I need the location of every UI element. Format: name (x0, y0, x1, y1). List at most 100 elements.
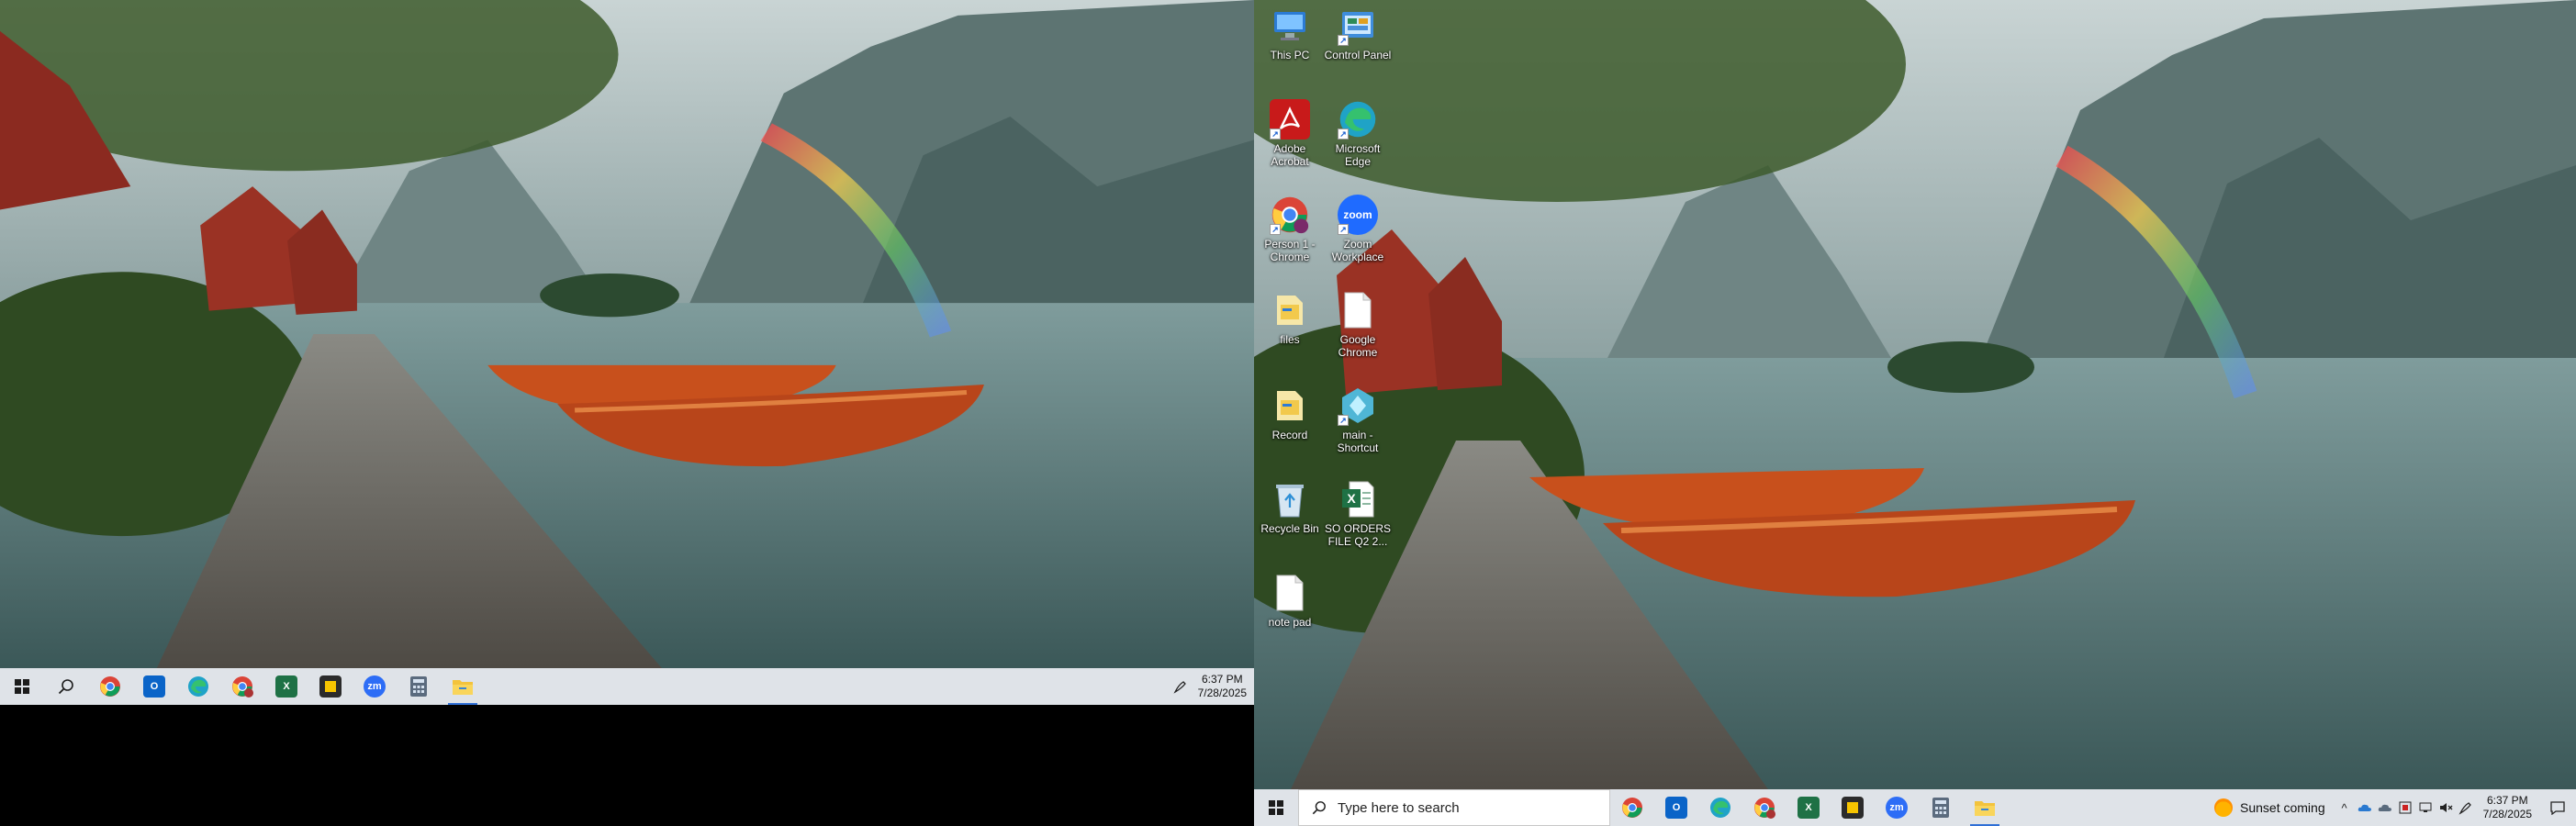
search-icon (58, 679, 73, 695)
svg-text:X: X (1347, 491, 1356, 506)
taskbar-chrome[interactable] (88, 668, 132, 705)
desktop-icon-note-pad[interactable]: note pad (1256, 573, 1324, 629)
edge-icon (1710, 798, 1730, 818)
document-icon (1270, 573, 1310, 613)
weather-text: Sunset coming (2240, 800, 2325, 815)
desktop-icon-record[interactable]: Record (1256, 385, 1324, 441)
taskbar-calculator[interactable] (397, 668, 441, 705)
taskbar-excel[interactable]: X (1786, 789, 1831, 826)
desktop-icon-adobe-acrobat[interactable]: ↗ Adobe Acrobat (1256, 99, 1324, 168)
show-hidden-icons-button[interactable]: ^ (2335, 789, 2355, 826)
start-button[interactable] (1254, 789, 1298, 826)
taskbar-clock[interactable]: 6:37 PM 7/28/2025 (1191, 673, 1254, 700)
network-button[interactable] (2415, 789, 2436, 826)
pen-workspace-button[interactable] (2456, 789, 2476, 826)
taskbar-zoom[interactable]: zm (1875, 789, 1919, 826)
desktop-icon-google-chrome-doc[interactable]: Google Chrome (1324, 290, 1392, 359)
cloud-icon (2378, 804, 2391, 811)
start-button[interactable] (0, 668, 44, 705)
desktop-icon-this-pc[interactable]: This PC (1256, 6, 1324, 61)
excel-icon: X (275, 675, 297, 698)
this-pc-icon (1270, 6, 1310, 46)
desktop-icon-label: This PC (1270, 49, 1310, 61)
windows-logo-icon (15, 679, 29, 694)
taskbar-sticky-notes[interactable] (308, 668, 353, 705)
app-tray-icon (2399, 801, 2412, 814)
desktop-icon-files[interactable]: files (1256, 290, 1324, 346)
clock-time: 6:37 PM (2486, 794, 2528, 807)
folder-icon (1270, 385, 1310, 426)
desktop-icon-so-orders-file[interactable]: X SO ORDERS FILE Q2 2... (1324, 479, 1392, 548)
calculator-icon (410, 676, 427, 697)
recycle-bin-icon (1270, 479, 1310, 519)
onedrive-secondary-button[interactable] (2375, 789, 2395, 826)
taskbar-file-explorer[interactable] (441, 668, 485, 705)
taskbar-outlook[interactable]: O (1654, 789, 1698, 826)
chevron-up-icon: ^ (2341, 800, 2347, 815)
pen-icon (1173, 681, 1186, 694)
taskbar-chrome-person1[interactable] (220, 668, 264, 705)
search-placeholder: Type here to search (1338, 799, 1460, 816)
onedrive-button[interactable] (2355, 789, 2375, 826)
system-tray: Sunset coming ^ 6:37 PM 7/28/2025 (2205, 789, 2576, 826)
desktop-icon-control-panel[interactable]: ↗ Control Panel (1324, 6, 1392, 61)
excel-file-icon: X (1338, 479, 1378, 519)
taskbar-zoom[interactable]: zm (353, 668, 397, 705)
zoom-icon: zoom ↗ (1338, 195, 1378, 235)
desktop-icon-label: note pad (1268, 616, 1312, 629)
dual-monitor-desktop: O X zm 6:37 PM 7/28/2025 This PC ↗ Contr… (0, 0, 2576, 826)
desktop-icon-label: SO ORDERS FILE Q2 2... (1324, 522, 1391, 548)
folder-icon (1975, 801, 1995, 816)
lake-boats-wallpaper (0, 0, 1254, 668)
taskbar-outlook[interactable]: O (132, 668, 176, 705)
desktop-icon-main-shortcut[interactable]: ↗ main - Shortcut (1324, 385, 1392, 454)
notification-center-button[interactable] (2539, 789, 2576, 826)
desktop-icon-recycle-bin[interactable]: Recycle Bin (1256, 479, 1324, 535)
desktop-icon-person1-chrome[interactable]: ↗ Person 1 - Chrome (1256, 195, 1324, 263)
shortcut-arrow-icon: ↗ (1338, 224, 1349, 235)
desktop-wallpaper (0, 0, 1254, 668)
desktop-icon-label: Recycle Bin (1260, 522, 1319, 535)
taskbar: Type here to search O X zm Sunset coming… (1254, 789, 2576, 826)
pen-workspace-button[interactable] (1170, 668, 1191, 705)
sunset-icon (2214, 798, 2233, 817)
taskbar-calculator[interactable] (1919, 789, 1963, 826)
taskbar-excel[interactable]: X (264, 668, 308, 705)
monitor-1: O X zm 6:37 PM 7/28/2025 (0, 0, 1254, 705)
taskbar-file-explorer[interactable] (1963, 789, 2007, 826)
taskbar-sticky-notes[interactable] (1831, 789, 1875, 826)
system-tray: 6:37 PM 7/28/2025 (1170, 668, 1254, 705)
edge-icon: ↗ (1338, 99, 1378, 140)
onedrive-icon (2358, 804, 2371, 811)
windows-logo-icon (1269, 800, 1283, 815)
taskbar-chrome[interactable] (1610, 789, 1654, 826)
taskbar-clock[interactable]: 6:37 PM 7/28/2025 (2476, 794, 2539, 821)
volume-button[interactable] (2436, 789, 2456, 826)
taskbar-edge[interactable] (1698, 789, 1742, 826)
search-box[interactable]: Type here to search (1298, 789, 1610, 826)
monitor-2: This PC ↗ Control Panel ↗ Adobe Acrobat … (1254, 0, 2576, 826)
desktop-wallpaper (1254, 0, 2576, 789)
volume-muted-icon (2439, 803, 2453, 812)
zoom-icon: zm (364, 675, 386, 698)
desktop-icon-label: main - Shortcut (1337, 429, 1379, 454)
taskbar: O X zm 6:37 PM 7/28/2025 (0, 668, 1254, 705)
desktop-icon-label: Adobe Acrobat (1271, 142, 1309, 168)
excel-icon: X (1798, 797, 1820, 819)
clock-date: 7/28/2025 (2482, 808, 2532, 820)
shortcut-arrow-icon: ↗ (1270, 224, 1281, 235)
shortcut-arrow-icon: ↗ (1270, 128, 1281, 140)
clock-time: 6:37 PM (1201, 673, 1243, 686)
taskbar-chrome-person1[interactable] (1742, 789, 1786, 826)
taskbar-edge[interactable] (176, 668, 220, 705)
outlook-icon: O (1665, 797, 1687, 819)
app-tray-button[interactable] (2395, 789, 2415, 826)
outlook-icon: O (143, 675, 165, 698)
desktop-icon-zoom-workplace[interactable]: zoom ↗ Zoom Workplace (1324, 195, 1392, 263)
search-button[interactable] (44, 668, 88, 705)
lake-boats-wallpaper (1254, 0, 2576, 789)
sticky-notes-icon (319, 675, 342, 698)
folder-icon (1270, 290, 1310, 330)
weather-widget[interactable]: Sunset coming (2205, 798, 2335, 817)
desktop-icon-microsoft-edge[interactable]: ↗ Microsoft Edge (1324, 99, 1392, 168)
